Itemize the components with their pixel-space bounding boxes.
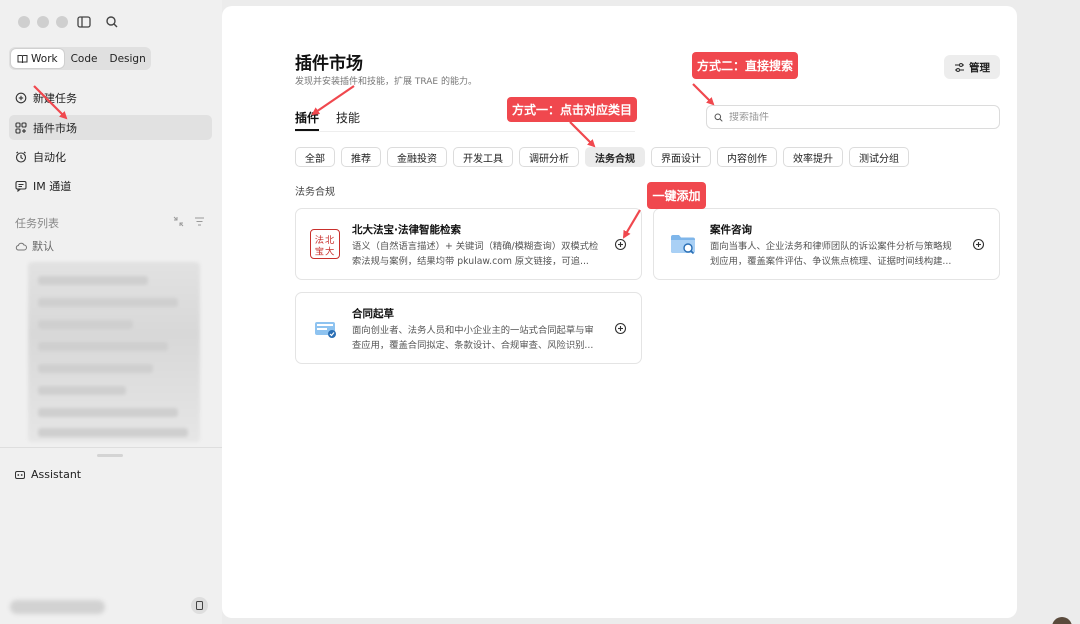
sidebar-item-label: 自动化 <box>33 150 66 164</box>
task-group-label: 默认 <box>32 240 54 253</box>
sidebar-item-assistant[interactable]: Assistant <box>15 468 81 481</box>
plugin-card-case-consult[interactable]: 案件咨询 面向当事人、企业法务和律师团队的诉讼案件分析与策略规划应用，覆盖案件评… <box>653 208 1000 280</box>
mobile-icon[interactable] <box>191 597 208 614</box>
sidebar: Work Code Design 新建任务 插件市场 自动化 IM 通道 任务列… <box>0 0 222 624</box>
category-chip[interactable]: 内容创作 <box>717 147 777 167</box>
resize-handle[interactable] <box>97 454 123 457</box>
category-chip[interactable]: 测试分组 <box>849 147 909 167</box>
blurred-user-profile[interactable] <box>10 600 105 614</box>
annotation-category-method: 方式一：点击对应类目 <box>507 97 637 122</box>
contract-icon <box>310 313 340 343</box>
mode-switch: Work Code Design <box>9 47 151 70</box>
task-list-heading: 任务列表 <box>15 217 59 230</box>
sidebar-item-label: IM 通道 <box>33 179 72 193</box>
chat-icon <box>15 180 27 192</box>
manage-label: 管理 <box>969 61 990 74</box>
svg-text:宝: 宝 <box>315 245 324 257</box>
blurred-task-list <box>28 262 200 442</box>
minimize-window-button[interactable] <box>37 16 49 28</box>
filter-icon[interactable] <box>194 216 205 227</box>
assistant-icon <box>15 470 25 479</box>
category-chip[interactable]: 调研分析 <box>519 147 579 167</box>
page-title: 插件市场 <box>295 54 363 74</box>
avatar[interactable] <box>1052 617 1072 624</box>
tabs-divider <box>295 131 635 132</box>
maximize-window-button[interactable] <box>56 16 68 28</box>
mode-tab-label: Design <box>109 52 146 65</box>
category-chip-active[interactable]: 法务合规 <box>585 147 645 167</box>
svg-text:法: 法 <box>315 234 324 246</box>
sidebar-item-new-task[interactable]: 新建任务 <box>9 85 212 110</box>
search-icon <box>714 113 723 122</box>
close-window-button[interactable] <box>18 16 30 28</box>
plugin-card-pkulaw[interactable]: 法北宝大 北大法宝·法律智能检索 语义（自然语言描述）+ 关键词（精确/模糊查询… <box>295 208 642 280</box>
sidebar-item-plugin-market[interactable]: 插件市场 <box>9 115 212 140</box>
category-chip[interactable]: 开发工具 <box>453 147 513 167</box>
manage-button[interactable]: 管理 <box>944 55 1000 79</box>
sidebar-item-im-channel[interactable]: IM 通道 <box>9 173 212 198</box>
category-chip[interactable]: 效率提升 <box>783 147 843 167</box>
plugin-description: 语义（自然语言描述）+ 关键词（精确/模糊查询）双模式检索法规与案例，结果均带 … <box>352 241 599 267</box>
page-subtitle: 发现并安装插件和技能，扩展 TRAE 的能力。 <box>295 77 477 87</box>
sidebar-item-automation[interactable]: 自动化 <box>9 144 212 169</box>
category-chips: 全部 推荐 金融投资 开发工具 调研分析 法务合规 界面设计 内容创作 效率提升… <box>295 147 909 167</box>
pkulaw-logo-icon: 法北宝大 <box>310 229 340 259</box>
search-input[interactable] <box>729 111 979 123</box>
clock-icon <box>15 151 27 163</box>
plugin-name: 案件咨询 <box>710 224 752 236</box>
annotation-one-click-add: 一键添加 <box>647 182 706 209</box>
assistant-label: Assistant <box>31 468 82 481</box>
tab-skills[interactable]: 技能 <box>336 109 360 126</box>
add-plugin-icon[interactable] <box>614 238 627 251</box>
plugin-description: 面向创业者、法务人员和中小企业主的一站式合同起草与审查应用，覆盖合同拟定、条款设… <box>352 325 594 351</box>
cloud-icon <box>15 242 27 250</box>
mode-tab-label: Code <box>70 52 98 65</box>
add-plugin-icon[interactable] <box>972 238 985 251</box>
collapse-icon[interactable] <box>173 216 184 227</box>
svg-text:北: 北 <box>325 235 335 246</box>
sidebar-item-label: 新建任务 <box>33 91 77 105</box>
new-task-icon <box>15 92 27 103</box>
window-controls <box>18 16 68 28</box>
category-chip[interactable]: 推荐 <box>341 147 381 167</box>
mode-tab-code[interactable]: Code <box>64 49 105 68</box>
task-list-actions <box>173 216 205 227</box>
search-icon[interactable] <box>104 14 120 30</box>
task-group-default[interactable]: 默认 <box>15 238 54 254</box>
folder-search-icon <box>668 229 698 259</box>
plugins-icon <box>15 121 27 134</box>
section-title: 法务合规 <box>295 187 335 198</box>
mode-tab-design[interactable]: Design <box>104 49 150 68</box>
sliders-icon <box>955 62 964 72</box>
add-plugin-icon[interactable] <box>614 322 627 335</box>
plugin-description: 面向当事人、企业法务和律师团队的诉讼案件分析与策略规划应用，覆盖案件评估、争议焦… <box>710 241 952 267</box>
plugin-card-contract-draft[interactable]: 合同起草 面向创业者、法务人员和中小企业主的一站式合同起草与审查应用，覆盖合同拟… <box>295 292 642 364</box>
book-icon <box>17 54 28 63</box>
sidebar-divider <box>0 447 222 448</box>
svg-text:大: 大 <box>325 245 334 257</box>
category-chip[interactable]: 界面设计 <box>651 147 711 167</box>
annotation-search-method: 方式二：直接搜索 <box>692 52 798 79</box>
plugin-search[interactable] <box>706 105 1000 129</box>
category-chip[interactable]: 金融投资 <box>387 147 447 167</box>
mode-tab-label: Work <box>31 52 58 65</box>
plugin-name: 合同起草 <box>352 308 394 320</box>
category-chip[interactable]: 全部 <box>295 147 335 167</box>
active-tab-indicator <box>295 129 319 131</box>
plugin-name: 北大法宝·法律智能检索 <box>352 224 461 236</box>
toggle-sidebar-icon[interactable] <box>76 14 92 30</box>
tab-plugins[interactable]: 插件 <box>295 109 319 126</box>
mode-tab-work[interactable]: Work <box>11 49 64 68</box>
sidebar-item-label: 插件市场 <box>33 121 77 135</box>
